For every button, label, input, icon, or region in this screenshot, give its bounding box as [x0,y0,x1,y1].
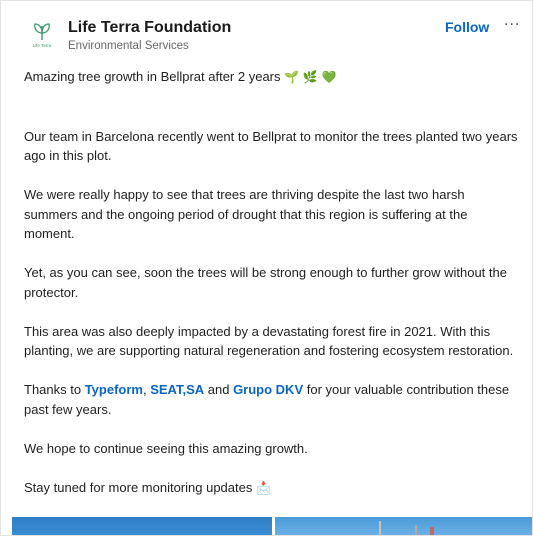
post-paragraph: Stay tuned for more monitoring updates 📩 [24,479,271,495]
mention-typeform[interactable]: Typeform [85,382,143,397]
org-name[interactable]: Life Terra Foundation [68,19,231,37]
leaf-logo-icon [34,23,50,40]
post-images[interactable] [12,517,532,535]
org-subtitle: Environmental Services [68,40,189,52]
more-options-button[interactable]: ··· [504,17,520,33]
post-paragraph: Yet, as you can see, soon the trees will… [24,265,507,300]
headline-emojis: 🌱 🌿 💚 [284,70,337,84]
post-paragraph: This area was also deeply impacted by a … [24,323,514,359]
mention-seat[interactable]: SEAT,SA [150,382,204,397]
post-paragraph: We hope to continue seeing this amazing … [24,440,308,456]
post-body: Amazing tree growth in Bellprat after 2 … [24,67,519,498]
envelope-emoji: 📩 [255,480,271,495]
post-headline: Amazing tree growth in Bellprat after 2 … [24,69,337,84]
post-image-left[interactable] [12,517,272,535]
post-image-right[interactable] [275,517,532,535]
image-detail [430,527,434,535]
image-detail [415,525,417,535]
post-paragraph: Our team in Barcelona recently went to B… [24,128,518,164]
image-detail [379,521,381,535]
org-logo[interactable]: Life Terra [27,21,57,53]
logo-text: Life Terra [32,43,52,48]
thanks-paragraph: Thanks to Typeform, SEAT,SA and Grupo DK… [24,382,510,417]
mention-grupo-dkv[interactable]: Grupo DKV [233,382,303,397]
post-header: Life Terra Life Terra Foundation Environ… [1,1,532,63]
post-paragraph: We were really happy to see that trees a… [24,187,468,241]
follow-button[interactable]: Follow [445,19,489,35]
linkedin-post: Life Terra Life Terra Foundation Environ… [0,0,533,536]
